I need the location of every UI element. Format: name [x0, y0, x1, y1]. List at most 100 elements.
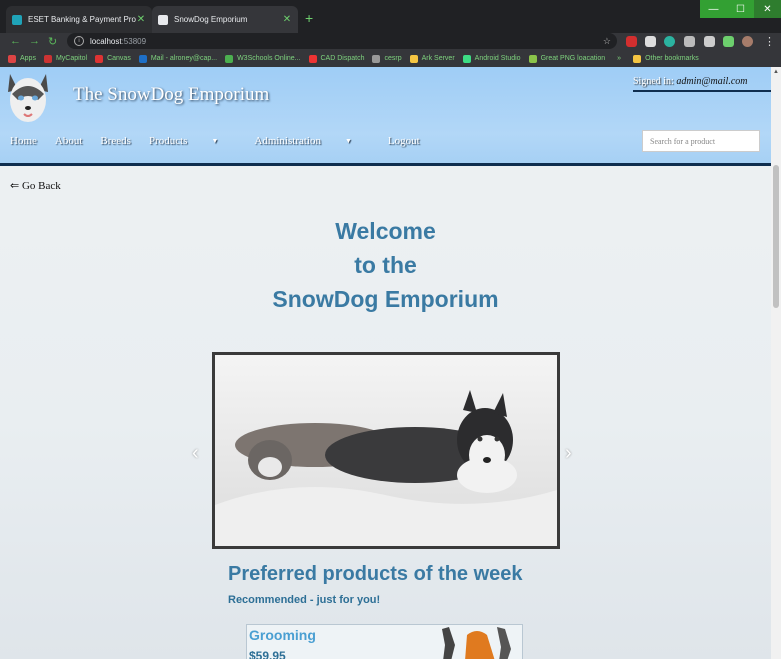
- product-search-input[interactable]: Search for a product: [642, 130, 760, 152]
- bookmark-label: Ark Server: [421, 55, 455, 62]
- bookmark-ark[interactable]: Ark Server: [409, 54, 455, 63]
- browser-tabstrip: ESET Banking & Payment Protect ✕ SnowDog…: [0, 0, 781, 33]
- product-card[interactable]: Grooming $59.95: [246, 624, 523, 659]
- caret-down-icon: ▼: [344, 137, 352, 145]
- welcome-line: SnowDog Emporium: [272, 286, 499, 312]
- bookmark-mycapitol[interactable]: MyCapitol: [43, 54, 88, 63]
- tab-title: SnowDog Emporium: [174, 15, 248, 24]
- site-brand[interactable]: The SnowDog Emporium: [73, 84, 269, 106]
- browser-toolbar: ← → ↻ i localhost:53809 ☆ ⋮: [0, 33, 781, 50]
- welcome-heading: Welcome to the SnowDog Emporium: [0, 214, 771, 316]
- bookmark-label: W3Schools Online...: [237, 55, 301, 62]
- nav-home[interactable]: Home: [10, 135, 37, 147]
- menu-icon[interactable]: ⋮: [764, 35, 775, 48]
- nav-breeds[interactable]: Breeds: [100, 135, 131, 147]
- caret-down-icon: ▼: [211, 137, 219, 145]
- bookmark-label: Apps: [20, 55, 36, 62]
- bookmark-label: MyCapitol: [55, 55, 88, 62]
- bookmark-png[interactable]: Great PNG loacation: [528, 54, 606, 63]
- carousel-prev-icon[interactable]: ‹: [192, 442, 199, 465]
- site-header: The SnowDog Emporium Signed in: admin@ma…: [0, 67, 771, 166]
- page-icon: [158, 14, 168, 25]
- bookmark-android[interactable]: Android Studio: [462, 54, 521, 63]
- close-window-icon[interactable]: ✕: [754, 0, 781, 18]
- scroll-up-icon[interactable]: ▲: [773, 69, 779, 75]
- nav-about[interactable]: About: [55, 135, 83, 147]
- bookmark-canvas[interactable]: Canvas: [95, 54, 131, 63]
- husky-photo: [215, 355, 557, 546]
- back-arrow-icon: ⇐: [10, 180, 20, 192]
- hero-carousel[interactable]: [212, 352, 560, 549]
- carousel-next-icon[interactable]: ›: [565, 442, 572, 465]
- shield-icon: [43, 54, 52, 63]
- bookmark-label: Great PNG loacation: [540, 55, 606, 62]
- bookmark-w3schools[interactable]: W3Schools Online...: [225, 54, 301, 63]
- new-tab-icon[interactable]: +: [305, 10, 313, 26]
- page-scrollbar[interactable]: ▲: [771, 67, 781, 659]
- product-image: [442, 627, 511, 659]
- eset-icon: [12, 14, 22, 25]
- welcome-line: to the: [354, 252, 417, 278]
- main-nav: Home About Breeds Products ▼ Administrati…: [10, 135, 438, 147]
- tab-eset[interactable]: ESET Banking & Payment Protect ✕: [6, 6, 152, 33]
- more-bookmarks-icon[interactable]: »: [617, 55, 621, 62]
- bookmarks-bar: Apps MyCapitol Canvas Mail - alroney@cap…: [0, 50, 781, 67]
- puzzle-icon[interactable]: [723, 36, 734, 47]
- go-back-link[interactable]: ⇐ Go Back: [10, 179, 61, 192]
- avatar[interactable]: [742, 36, 753, 47]
- nav-administration[interactable]: Administration ▼: [254, 135, 370, 147]
- signed-in-label: Signed in:: [633, 76, 674, 87]
- bookmark-cesrp[interactable]: cesrp: [372, 54, 402, 63]
- drive-icon[interactable]: [684, 36, 695, 47]
- bookmark-label: Android Studio: [474, 55, 521, 62]
- recommended-subheading: Recommended - just for you!: [228, 594, 381, 606]
- husky-logo-icon: [8, 74, 48, 122]
- tab-title: ESET Banking & Payment Protect: [28, 15, 136, 24]
- bookmark-other[interactable]: Other bookmarks: [633, 54, 699, 63]
- nav-logout[interactable]: Logout: [388, 135, 420, 147]
- address-host: localhost: [90, 36, 122, 46]
- nav-administration-label: Administration: [254, 135, 321, 147]
- back-arrow-icon[interactable]: ←: [10, 35, 21, 47]
- bookmark-label: CAD Dispatch: [320, 55, 365, 62]
- window-controls: — ☐ ✕: [700, 0, 781, 18]
- bookmark-label: »: [617, 55, 622, 62]
- adblock-icon[interactable]: [626, 36, 637, 47]
- signed-in-user: admin@mail.com: [676, 76, 748, 87]
- maximize-icon[interactable]: ☐: [727, 0, 754, 18]
- scrollbar-thumb[interactable]: [773, 165, 779, 308]
- forward-arrow-icon[interactable]: →: [29, 35, 40, 47]
- address-bar[interactable]: i localhost:53809 ☆: [67, 33, 617, 49]
- folder-icon: [409, 54, 418, 63]
- cesrp-icon: [372, 54, 381, 63]
- bookmark-label: cesrp: [384, 55, 402, 62]
- nav-products[interactable]: Products ▼: [149, 135, 236, 147]
- preferred-heading: Preferred products of the week: [228, 563, 523, 585]
- info-icon[interactable]: i: [74, 36, 84, 46]
- welcome-line: Welcome: [335, 218, 436, 244]
- bookmark-apps[interactable]: Apps: [8, 54, 36, 63]
- bookmark-star-icon[interactable]: ☆: [603, 36, 611, 47]
- minimize-icon[interactable]: —: [700, 0, 727, 18]
- extension-icon[interactable]: [704, 36, 715, 47]
- extension-icon[interactable]: [664, 36, 675, 47]
- bookmark-label: Canvas: [107, 55, 131, 62]
- close-tab-icon[interactable]: ✕: [136, 14, 146, 25]
- address-port: :53809: [121, 36, 147, 46]
- product-price: $59.95: [249, 649, 286, 659]
- apps-icon: [8, 54, 16, 63]
- extension-icon[interactable]: [645, 36, 656, 47]
- bookmark-cad[interactable]: CAD Dispatch: [308, 54, 365, 63]
- bookmark-mail[interactable]: Mail - alroney@cap...: [138, 54, 217, 63]
- reload-icon[interactable]: ↻: [48, 35, 57, 48]
- canvas-icon: [95, 54, 104, 63]
- close-tab-icon[interactable]: ✕: [282, 14, 292, 25]
- png-icon: [528, 54, 537, 63]
- android-icon: [462, 54, 471, 63]
- go-back-label: Go Back: [21, 180, 61, 192]
- folder-icon: [633, 54, 642, 63]
- product-name: Grooming: [249, 627, 316, 643]
- page-viewport: The SnowDog Emporium Signed in: admin@ma…: [0, 67, 771, 659]
- nav-products-label: Products: [148, 135, 188, 147]
- tab-snowdog[interactable]: SnowDog Emporium ✕: [152, 6, 298, 33]
